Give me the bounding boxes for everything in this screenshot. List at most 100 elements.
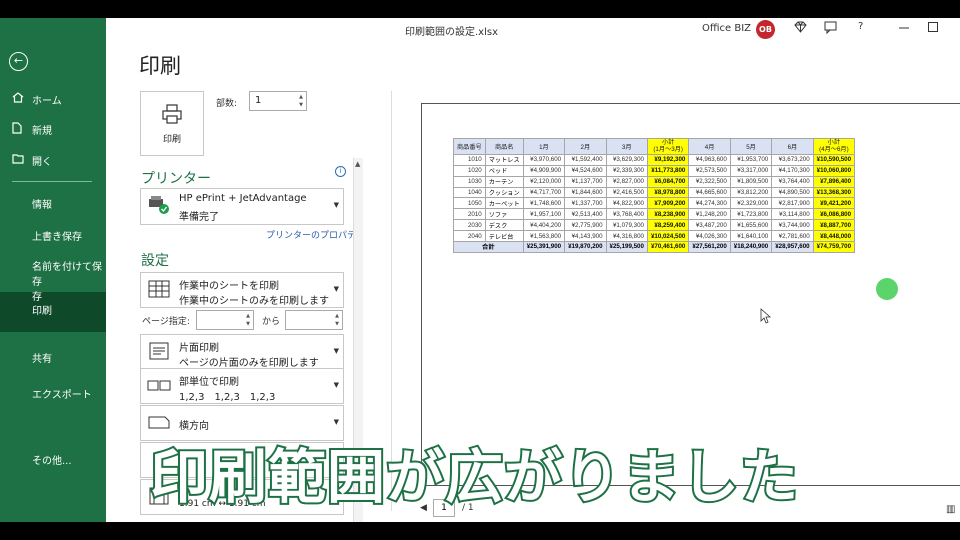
table-cell: ¥2,120,000 (522, 175, 566, 188)
print-button[interactable]: 印刷 (140, 91, 204, 156)
diamond-icon[interactable] (794, 21, 807, 36)
nav-item-save[interactable]: 上書き保存 (0, 228, 106, 243)
table-cell: ¥6,086,800 (812, 208, 856, 221)
preview-sales-table: 商品番号 商品名 1月 2月 3月 小計 (1月～3月) 4月 5月 6月 小計… (453, 138, 856, 253)
copies-input[interactable]: 1 ▲ ▼ (249, 91, 307, 111)
total-cell: ¥19,870,200 (564, 241, 607, 253)
table-cell: ¥2,329,000 (729, 197, 773, 210)
table-cell: 2040 (453, 230, 486, 242)
pages-from-input[interactable]: ▲ ▼ (196, 310, 254, 330)
nav-label-more: その他... (32, 456, 72, 467)
nav-item-save-as[interactable]: 名前を付けて保存 存 (0, 258, 106, 303)
nav-item-open[interactable]: 開く (0, 153, 106, 168)
table-row: 2010 ソファ ¥1,957,100 ¥2,513,400 ¥3,768,400 ¥8,… (453, 208, 856, 221)
header-cell: 商品名 (484, 138, 524, 155)
table-cell: ¥2,416,500 (605, 186, 648, 199)
folder-open-icon (12, 153, 25, 167)
one-sided-icon (149, 342, 169, 360)
table-cell: ¥6,084,700 (646, 175, 690, 188)
printer-dropdown[interactable]: HP ePrint + JetAdvantage 準備完了 ▼ (140, 188, 344, 225)
table-cell: ¥2,339,300 (605, 164, 648, 177)
collate-dropdown[interactable]: 部単位で印刷 1,2,3 1,2,3 1,2,3 ▼ (140, 368, 344, 404)
table-cell: ¥8,259,400 (646, 219, 690, 232)
account-name[interactable]: Office BIZ (702, 23, 751, 34)
print-what-dropdown[interactable]: 作業中のシートを印刷 作業中のシートのみを印刷します ▼ (140, 272, 344, 308)
table-cell: マットレス (484, 153, 524, 166)
nav-label-new: 新規 (32, 126, 52, 137)
back-arrow-icon[interactable]: ← (9, 52, 28, 71)
table-row: 1040 クッション ¥4,717,700 ¥1,844,600 ¥2,416,500 ¥… (453, 186, 856, 199)
pages-from-spinner-icon[interactable]: ▲ ▼ (246, 312, 250, 328)
collate-icon (147, 380, 171, 391)
avatar[interactable]: OB (756, 20, 775, 39)
table-cell: ¥10,060,800 (812, 164, 856, 177)
table-cell: ¥2,827,000 (605, 175, 648, 188)
table-cell: ¥3,673,200 (771, 153, 814, 166)
total-cell: ¥27,561,200 (688, 241, 731, 253)
copies-value: 1 (255, 95, 262, 106)
table-cell: ¥4,665,600 (688, 186, 731, 199)
table-row: 1050 カーペット ¥1,748,600 ¥1,337,700 ¥4,822,900 ¥… (453, 197, 856, 210)
table-cell: ¥2,513,400 (564, 208, 607, 221)
nav-item-more[interactable]: その他... (0, 452, 106, 467)
pages-label: ページ指定: (142, 317, 190, 327)
table-cell: 1010 (453, 153, 486, 166)
table-cell: ¥13,368,300 (812, 186, 856, 199)
show-margins-icon[interactable]: ▥ (946, 504, 955, 515)
nav-item-share[interactable]: 共有 (0, 350, 106, 365)
table-cell: ¥2,781,600 (771, 230, 814, 242)
table-cell: テレビ台 (484, 230, 524, 242)
table-cell: ¥1,640,100 (729, 230, 773, 242)
table-cell: ¥9,421,200 (812, 197, 856, 210)
scroll-up-icon[interactable]: ▲ (355, 160, 360, 168)
total-cell: ¥28,957,600 (771, 241, 814, 253)
table-cell: 2010 (453, 208, 486, 221)
table-cell: ¥1,957,100 (522, 208, 566, 221)
print-what-title: 作業中のシートを印刷 (179, 281, 279, 292)
table-total-row: 合計 ¥25,391,900 ¥19,870,200 ¥25,199,500 ¥70,4… (453, 241, 856, 253)
table-cell: ¥1,137,700 (564, 175, 607, 188)
restore-icon[interactable] (928, 21, 938, 35)
print-what-subtitle: 作業中のシートのみを印刷します (179, 296, 329, 307)
table-cell: ¥1,723,800 (729, 208, 773, 221)
nav-item-home[interactable]: ホーム (0, 92, 106, 107)
printer-section-title: プリンター (141, 171, 211, 187)
table-cell: ¥8,448,000 (812, 230, 856, 242)
nav-item-new[interactable]: 新規 (0, 122, 106, 137)
comment-icon[interactable] (824, 21, 837, 37)
table-cell: ¥4,963,600 (688, 153, 731, 166)
home-icon (12, 92, 24, 106)
nav-item-print[interactable]: 印刷 (0, 302, 106, 317)
printer-properties-link[interactable]: プリンターのプロパティ (266, 228, 364, 241)
nav-label-save: 上書き保存 (32, 232, 82, 243)
help-icon[interactable]: ? (858, 21, 863, 32)
nav-item-export[interactable]: エクスポート (0, 386, 106, 401)
pages-to-input[interactable]: ▲ ▼ (285, 310, 343, 330)
copies-spinner-icon[interactable]: ▲ ▼ (299, 93, 303, 109)
chevron-down-icon: ▼ (333, 285, 339, 293)
table-cell: ¥2,775,900 (564, 219, 607, 232)
table-body: 1010 マットレス ¥3,970,600 ¥1,592,400 ¥3,629,300 ¥… (453, 153, 856, 253)
total-cell: ¥70,461,600 (646, 241, 690, 253)
table-cell: ¥8,978,800 (646, 186, 690, 199)
table-cell: ¥9,192,300 (646, 153, 690, 166)
table-row: 1020 ベッド ¥4,909,900 ¥4,524,600 ¥2,339,300 ¥11… (453, 164, 856, 177)
orientation-dropdown[interactable]: 横方向 ▼ (140, 405, 344, 441)
nav-item-info[interactable]: 情報 (0, 196, 106, 211)
header-cell: 2月 (564, 138, 607, 155)
table-row: 2030 デスク ¥4,404,200 ¥2,775,900 ¥1,079,300 ¥8,… (453, 219, 856, 232)
collate-title: 部単位で印刷 (179, 377, 239, 388)
table-cell: ¥4,404,200 (522, 219, 566, 232)
table-row: 1030 カーテン ¥2,120,000 ¥1,137,700 ¥2,827,000 ¥6… (453, 175, 856, 188)
table-cell: ¥4,909,900 (522, 164, 566, 177)
minimize-icon[interactable] (899, 21, 909, 35)
sides-dropdown[interactable]: 片面印刷 ページの片面のみを印刷します ▼ (140, 334, 344, 370)
nav-label-info: 情報 (32, 200, 52, 211)
total-cell: ¥25,391,900 (522, 241, 566, 253)
printer-status: 準備完了 (179, 212, 219, 223)
pages-to-spinner-icon[interactable]: ▲ ▼ (335, 312, 339, 328)
window-title: 印刷範囲の設定.xlsx (405, 27, 499, 38)
info-icon[interactable]: i (335, 166, 346, 177)
copies-label: 部数: (216, 99, 238, 109)
chevron-down-icon: ▼ (333, 381, 339, 389)
